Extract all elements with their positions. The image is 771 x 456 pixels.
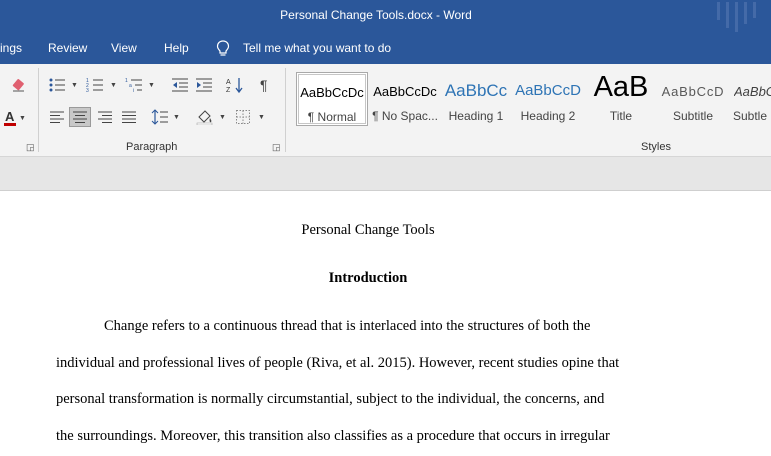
style-preview: AaBbC [734, 84, 771, 99]
style-no-spacing[interactable]: AaBbCcDc ¶ No Spac... [370, 72, 440, 126]
align-center-icon[interactable] [69, 107, 91, 127]
paragraph-line: Change refers to a continuous thread tha… [104, 318, 591, 334]
decrease-indent-icon[interactable] [169, 75, 191, 95]
style-normal[interactable]: AaBbCcDc ¶ Normal [296, 72, 368, 126]
align-right-icon[interactable] [94, 107, 116, 127]
style-preview: AaBbCc [444, 81, 508, 100]
style-label: Title [609, 109, 633, 123]
paragraph-line: personal transformation is normally circ… [56, 391, 605, 407]
style-subtle-emphasis[interactable]: AaBbC Subtle E [730, 72, 771, 126]
lightbulb-icon[interactable] [216, 40, 230, 61]
style-heading-1[interactable]: AaBbCc Heading 1 [441, 72, 511, 126]
borders-dropdown-icon[interactable]: ▼ [258, 114, 265, 121]
style-subtitle[interactable]: AaBbCcD Subtitle [658, 72, 728, 126]
style-label: Heading 2 [520, 109, 576, 123]
paragraph-group-label: Paragraph [126, 141, 178, 153]
title-bar: Personal Change Tools.docx - Word [0, 0, 771, 34]
clear-formatting-icon[interactable] [8, 75, 30, 95]
svg-text:¶: ¶ [260, 77, 268, 93]
svg-text:A: A [5, 109, 15, 124]
style-heading-2[interactable]: AaBbCcD Heading 2 [512, 72, 584, 126]
paragraph-line: individual and professional lives of peo… [56, 355, 620, 371]
numbering-dropdown-icon[interactable]: ▼ [110, 82, 117, 89]
style-preview: AaBbCcD [661, 84, 725, 99]
increase-indent-icon[interactable] [193, 75, 215, 95]
sort-icon[interactable]: AZ [224, 75, 246, 95]
tab-help[interactable]: Help [164, 41, 189, 55]
multilevel-list-icon[interactable]: 1ai [123, 75, 145, 95]
document-page[interactable]: Personal Change Tools Introduction Chang… [0, 191, 771, 456]
style-label: Subtitle [672, 109, 714, 123]
svg-text:1: 1 [125, 78, 128, 84]
group-separator [38, 68, 39, 152]
font-dialog-launcher-icon[interactable]: ◲ [26, 142, 35, 153]
svg-text:i: i [133, 88, 134, 93]
svg-text:A: A [226, 79, 231, 86]
style-title[interactable]: AaB Title [586, 72, 656, 126]
styles-group-label: Styles [641, 141, 671, 153]
borders-icon[interactable] [232, 107, 254, 127]
line-spacing-icon[interactable] [149, 107, 171, 127]
tab-view[interactable]: View [111, 41, 137, 55]
ribbon: A ▼ ◲ ▼ 123 ▼ 1ai ▼ AZ ¶ ▼ ▼ ▼ Paragraph… [0, 64, 771, 157]
numbering-icon[interactable]: 123 [84, 75, 106, 95]
group-separator [285, 68, 286, 152]
svg-text:a: a [129, 83, 132, 89]
shading-icon[interactable] [194, 107, 216, 127]
font-color-dropdown-icon[interactable]: ▼ [19, 115, 26, 122]
section-heading: Introduction [328, 270, 408, 286]
document-title: Personal Change Tools [301, 222, 435, 238]
shading-dropdown-icon[interactable]: ▼ [219, 114, 226, 121]
style-preview: AaBbCcD [515, 82, 581, 99]
ruler-area [0, 157, 771, 191]
tab-mailings[interactable]: ings [0, 41, 22, 55]
show-formatting-marks-icon[interactable]: ¶ [255, 75, 277, 95]
tab-review[interactable]: Review [48, 41, 87, 55]
style-label: ¶ Normal [307, 110, 357, 124]
style-preview: AaBbCcDc [300, 85, 364, 100]
svg-text:3: 3 [86, 88, 89, 93]
align-left-icon[interactable] [46, 107, 68, 127]
window-title: Personal Change Tools.docx - Word [280, 8, 472, 22]
line-spacing-dropdown-icon[interactable]: ▼ [173, 114, 180, 121]
bullets-icon[interactable] [46, 75, 68, 95]
tell-me-search[interactable]: Tell me what you want to do [243, 41, 391, 55]
style-label: Subtle E [733, 109, 771, 123]
bullets-dropdown-icon[interactable]: ▼ [71, 82, 78, 89]
paragraph-line: the surroundings. Moreover, this transit… [56, 428, 610, 444]
style-label: Heading 1 [448, 109, 504, 123]
ribbon-tabs: ings Review View Help Tell me what you w… [0, 34, 771, 64]
style-label: ¶ No Spac... [372, 109, 438, 123]
justify-icon[interactable] [118, 107, 140, 127]
svg-text:Z: Z [226, 87, 231, 94]
style-preview: AaB [593, 72, 649, 103]
style-preview: AaBbCcDc [373, 84, 437, 99]
multilevel-dropdown-icon[interactable]: ▼ [148, 82, 155, 89]
paragraph-dialog-launcher-icon[interactable]: ◲ [272, 142, 281, 153]
